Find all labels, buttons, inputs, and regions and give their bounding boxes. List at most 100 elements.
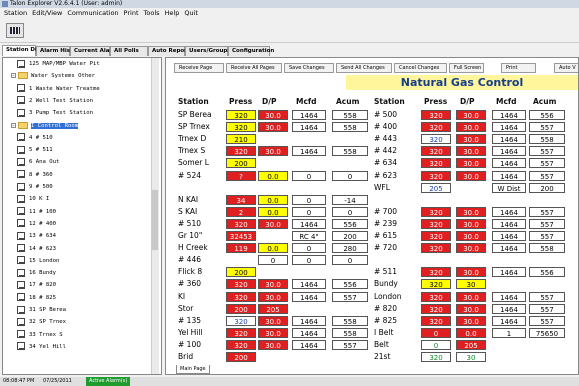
dp-value[interactable]: 30.0 bbox=[456, 291, 486, 302]
dp-value[interactable]: 30.0 bbox=[456, 267, 486, 278]
active-alarm-badge[interactable]: Active Alarm(s) bbox=[86, 377, 131, 386]
pressure-value[interactable]: 320 bbox=[421, 206, 451, 217]
dp-value[interactable]: 30.0 bbox=[258, 218, 288, 229]
dp-value[interactable]: 205 bbox=[258, 303, 288, 314]
menu-item-print[interactable]: Print bbox=[124, 9, 139, 17]
acum-value[interactable]: 558 bbox=[332, 327, 368, 338]
dp-value[interactable]: 205 bbox=[456, 339, 486, 350]
mcfd-value[interactable]: 1464 bbox=[292, 122, 326, 133]
menu-item-quit[interactable]: Quit bbox=[184, 9, 198, 17]
pressure-value[interactable]: 320 bbox=[226, 339, 256, 350]
tree-item[interactable]: 34 Yel Hill bbox=[17, 342, 66, 353]
expand-toggle-icon[interactable]: − bbox=[11, 122, 16, 128]
acum-value[interactable]: 0 bbox=[332, 255, 368, 266]
dp-value[interactable]: 30.0 bbox=[258, 279, 288, 290]
mcfd-value[interactable]: 1464 bbox=[292, 146, 326, 157]
dp-value[interactable]: 0.0 bbox=[456, 327, 486, 338]
dp-value[interactable]: 30.0 bbox=[258, 315, 288, 326]
mcfd-value[interactable]: 1464 bbox=[492, 158, 526, 169]
dp-value[interactable]: 30.0 bbox=[456, 146, 486, 157]
acum-value[interactable]: 558 bbox=[529, 134, 565, 145]
acum-value[interactable]: 557 bbox=[529, 303, 565, 314]
pressure-value[interactable]: 34 bbox=[226, 194, 256, 205]
pressure-value[interactable]: 320 bbox=[421, 291, 451, 302]
acum-value[interactable]: 200 bbox=[332, 231, 368, 241]
mcfd-value[interactable]: 1464 bbox=[492, 243, 526, 254]
dp-value[interactable]: 0.0 bbox=[258, 243, 288, 254]
mcfd-value[interactable]: W Dist bbox=[492, 182, 526, 193]
pressure-value[interactable]: 320 bbox=[421, 243, 451, 254]
dp-value[interactable]: 30.0 bbox=[456, 231, 486, 241]
mcfd-value[interactable]: 1464 bbox=[292, 291, 326, 302]
tree-item[interactable]: 13 # 634 bbox=[17, 231, 56, 242]
dp-value[interactable]: 30.0 bbox=[258, 339, 288, 350]
mcfd-value[interactable]: 1464 bbox=[492, 267, 526, 278]
acum-value[interactable]: 75650 bbox=[529, 327, 565, 338]
dp-value[interactable]: 30 bbox=[456, 279, 486, 290]
acum-value[interactable]: 557 bbox=[529, 122, 565, 133]
dp-value[interactable]: 0 bbox=[258, 255, 288, 266]
acum-value[interactable]: 558 bbox=[332, 315, 368, 326]
mcfd-value[interactable]: 0 bbox=[292, 243, 326, 254]
dp-value[interactable]: 30.0 bbox=[456, 218, 486, 229]
dp-value[interactable]: 30.0 bbox=[258, 291, 288, 302]
acum-value[interactable]: 557 bbox=[332, 339, 368, 350]
pressure-value[interactable]: 320 bbox=[421, 303, 451, 314]
acum-value[interactable]: 0 bbox=[332, 206, 368, 217]
mcfd-value[interactable]: RC 4" bbox=[292, 231, 326, 241]
acum-value[interactable]: 557 bbox=[529, 218, 565, 229]
mcfd-value[interactable]: 1464 bbox=[492, 122, 526, 133]
acum-value[interactable]: 557 bbox=[529, 291, 565, 302]
menu-item-communication[interactable]: Communication bbox=[67, 9, 118, 17]
acum-value[interactable]: 280 bbox=[332, 243, 368, 254]
pressure-value[interactable]: 320 bbox=[421, 134, 451, 145]
menu-item-station[interactable]: Station bbox=[4, 9, 27, 17]
pressure-value[interactable]: 200 bbox=[226, 303, 256, 314]
tab-users-groups[interactable]: Users/Groups bbox=[185, 46, 231, 56]
acum-value[interactable]: 556 bbox=[332, 279, 368, 290]
pressure-value[interactable]: 320 bbox=[226, 327, 256, 338]
mcfd-value[interactable]: 1464 bbox=[492, 170, 526, 181]
print-button[interactable]: Print bbox=[501, 63, 536, 73]
tree-item[interactable]: 33 Trnex S bbox=[17, 330, 63, 341]
acum-value[interactable]: 557 bbox=[529, 231, 565, 241]
mcfd-value[interactable]: 1 bbox=[492, 327, 526, 338]
pressure-value[interactable]: 320 bbox=[226, 122, 256, 133]
tab-current-alarms[interactable]: Current Alarms bbox=[70, 46, 121, 56]
tree-item[interactable]: 9 # 500 bbox=[17, 182, 53, 193]
acum-value[interactable]: 557 bbox=[529, 206, 565, 217]
mcfd-value[interactable]: 1464 bbox=[292, 279, 326, 290]
pressure-value[interactable]: 200 bbox=[226, 267, 256, 278]
tab-all-polls[interactable]: All Polls bbox=[110, 46, 148, 56]
pressure-value[interactable]: 320 bbox=[421, 352, 451, 362]
acum-value[interactable]: 556 bbox=[332, 218, 368, 229]
pressure-value[interactable]: 320 bbox=[226, 315, 256, 326]
tree-item[interactable]: 10 K I bbox=[17, 194, 49, 205]
dp-value[interactable]: 30.0 bbox=[456, 243, 486, 254]
acum-value[interactable]: 557 bbox=[529, 170, 565, 181]
pressure-value[interactable]: 320 bbox=[421, 267, 451, 278]
pressure-value[interactable]: 119 bbox=[226, 243, 256, 254]
acum-value[interactable]: 558 bbox=[332, 146, 368, 157]
tree-item[interactable]: 1 Waste Water Treatme bbox=[17, 84, 100, 95]
mcfd-value[interactable]: 1464 bbox=[492, 291, 526, 302]
acum-value[interactable]: 0 bbox=[332, 170, 368, 181]
tree-item[interactable]: 11 # 100 bbox=[17, 207, 56, 218]
menu-item-editview[interactable]: Edit/View bbox=[32, 9, 62, 17]
pressure-value[interactable]: 320 bbox=[421, 279, 451, 290]
tree-item[interactable]: 6 Ana Out bbox=[17, 157, 59, 168]
dp-value[interactable]: 30.0 bbox=[456, 110, 486, 120]
save-changes-button[interactable]: Save Changes bbox=[284, 63, 334, 73]
tree-item[interactable]: 2 Well Test Station bbox=[17, 96, 93, 107]
acum-value[interactable]: 200 bbox=[529, 182, 565, 193]
acum-value[interactable]: 556 bbox=[529, 267, 565, 278]
tree-item[interactable]: 8 # 360 bbox=[17, 170, 53, 181]
tree-item[interactable]: − I Control Room bbox=[11, 121, 79, 132]
mcfd-value[interactable]: 0 bbox=[292, 170, 326, 181]
pressure-value[interactable]: 32453 bbox=[226, 231, 256, 241]
pressure-value[interactable]: 320 bbox=[421, 315, 451, 326]
dp-value[interactable]: 30 bbox=[456, 352, 486, 362]
pressure-value[interactable]: 205 bbox=[421, 182, 451, 193]
mcfd-value[interactable]: 1464 bbox=[492, 110, 526, 120]
dp-value[interactable]: 30.0 bbox=[456, 170, 486, 181]
